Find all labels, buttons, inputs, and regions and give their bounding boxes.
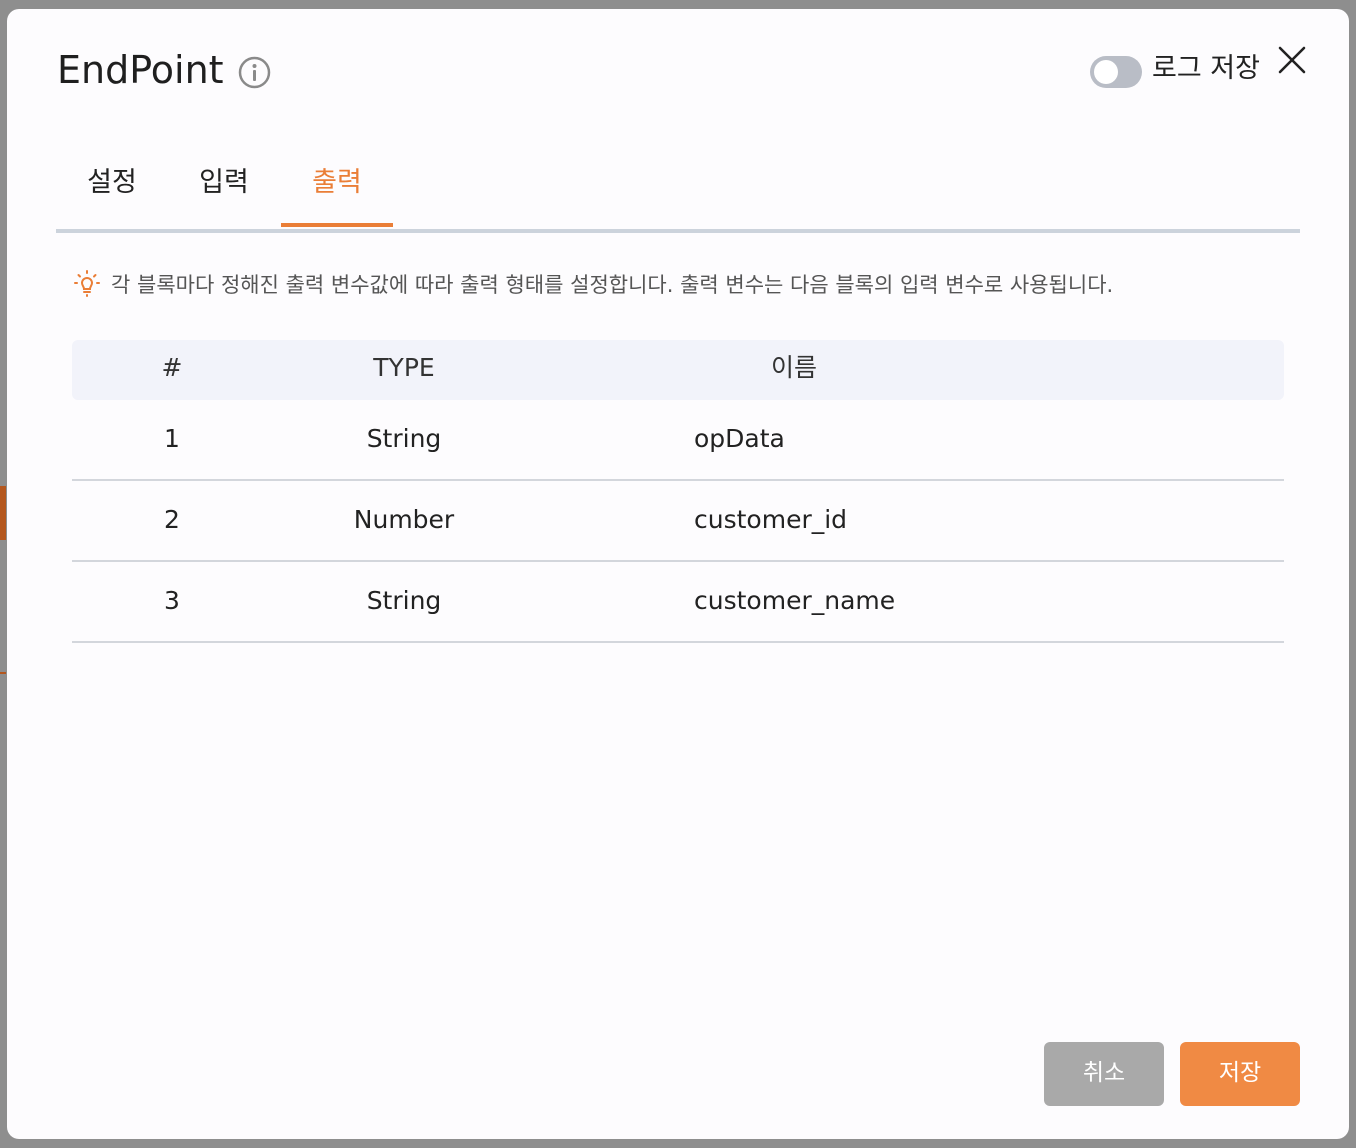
row-index: 3 (164, 586, 180, 615)
column-header-name: 이름 (770, 353, 817, 382)
column-header-type: TYPE (373, 353, 435, 382)
backdrop-accent (0, 486, 6, 540)
row-type: String (366, 586, 442, 615)
toggle-knob (1094, 60, 1118, 84)
table-row[interactable]: 2 Number customer_id (72, 481, 1284, 562)
log-save-toggle[interactable] (1090, 56, 1142, 88)
table-header: # TYPE 이름 (72, 340, 1284, 400)
row-index: 1 (164, 424, 180, 453)
output-variables-table: # TYPE 이름 1 String opData 2 Number custo… (72, 340, 1284, 643)
cancel-button[interactable]: 취소 (1044, 1042, 1164, 1106)
tab-settings[interactable]: 설정 (64, 159, 160, 225)
table-row[interactable]: 1 String opData (72, 400, 1284, 481)
row-name: customer_id (694, 505, 848, 534)
column-header-index: # (161, 353, 183, 382)
row-name: customer_name (694, 586, 896, 615)
info-icon[interactable] (238, 56, 271, 89)
backdrop-line (0, 672, 6, 674)
row-type: Number (353, 505, 455, 534)
close-icon[interactable] (1275, 43, 1309, 77)
lightbulb-icon (74, 270, 100, 297)
save-button[interactable]: 저장 (1180, 1042, 1300, 1106)
endpoint-dialog: EndPoint 로그 저장 설정 입력 출력 각 블록마다 정해진 출력 변수… (7, 9, 1349, 1139)
dialog-title: EndPoint (57, 48, 224, 92)
row-name: opData (694, 424, 785, 453)
active-tab-indicator (281, 223, 393, 227)
tab-input[interactable]: 입력 (176, 159, 272, 225)
row-index: 2 (164, 505, 180, 534)
tab-output[interactable]: 출력 (289, 159, 385, 225)
row-type: String (366, 424, 442, 453)
hint-text: 각 블록마다 정해진 출력 변수값에 따라 출력 형태를 설정합니다. 출력 변… (111, 273, 1114, 297)
hint-message: 각 블록마다 정해진 출력 변수값에 따라 출력 형태를 설정합니다. 출력 변… (71, 267, 1113, 301)
log-save-label: 로그 저장 (1152, 53, 1260, 84)
tab-bar: 설정 입력 출력 (56, 159, 1300, 233)
table-row[interactable]: 3 String customer_name (72, 562, 1284, 643)
